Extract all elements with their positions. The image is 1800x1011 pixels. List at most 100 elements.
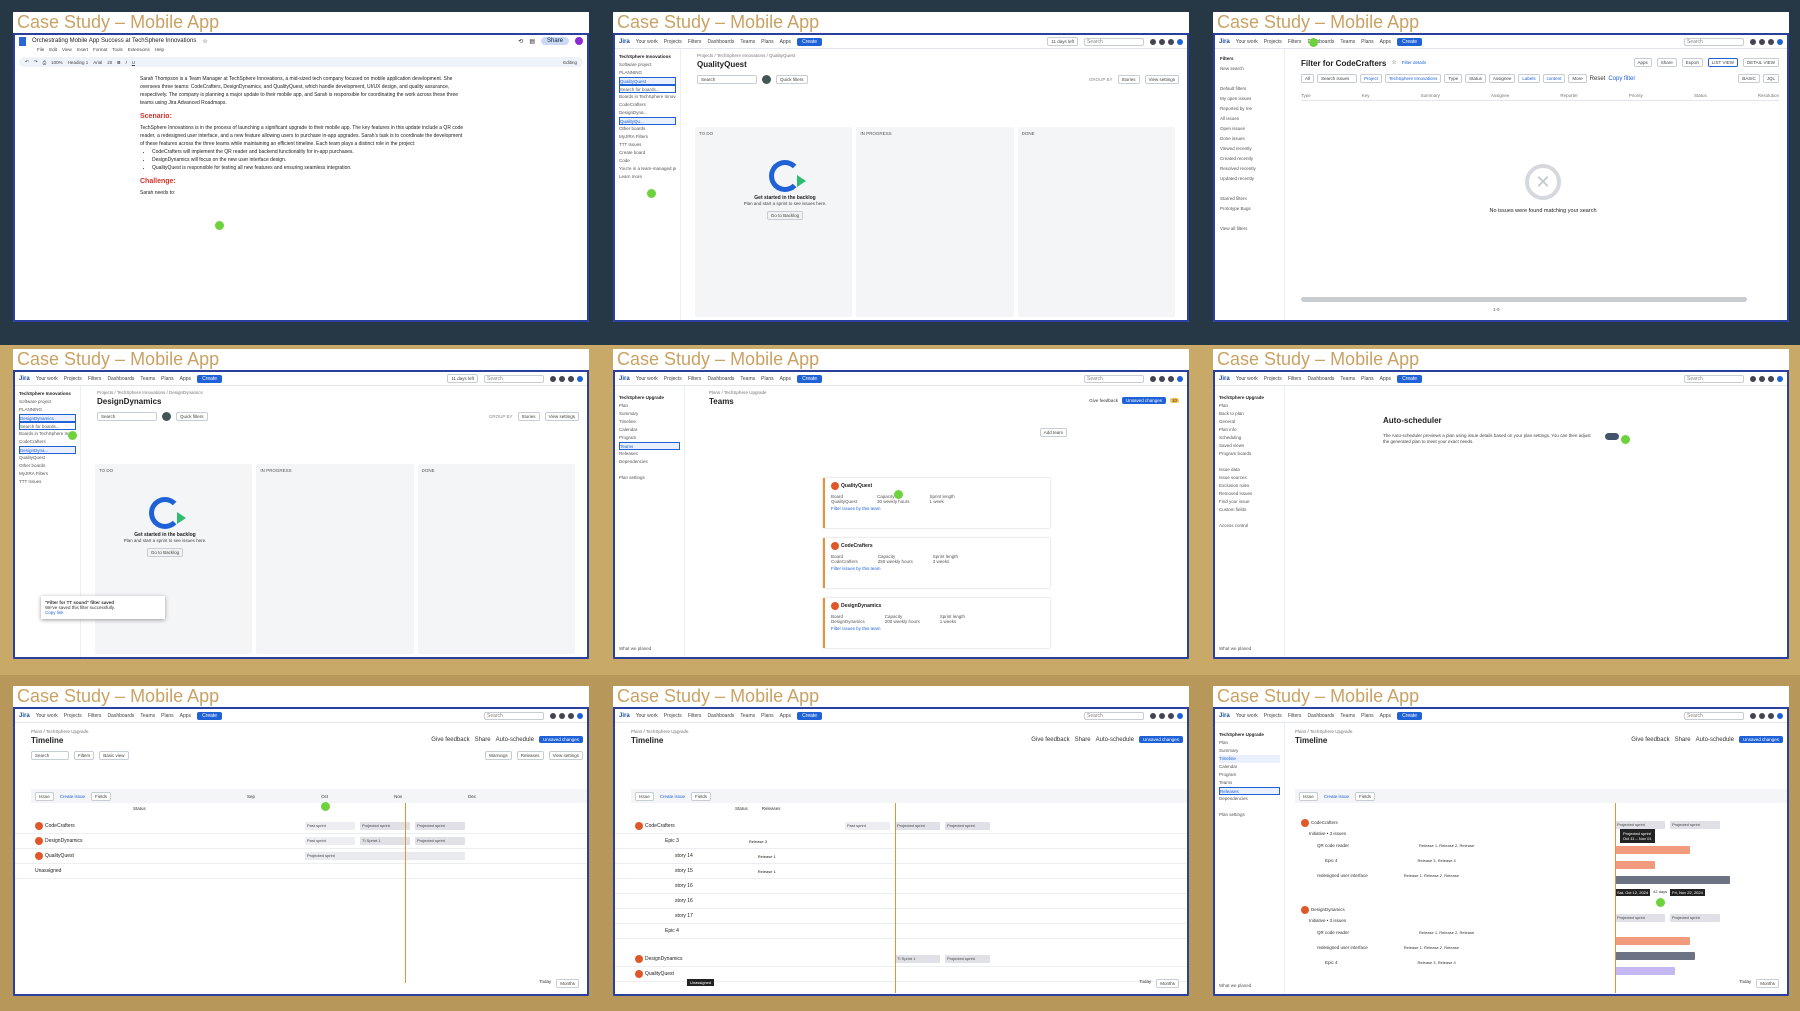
detail-view-toggle[interactable]: DETAIL VIEW <box>1742 58 1779 67</box>
nav-filters[interactable]: Filters <box>1288 376 1302 382</box>
sidebar-item-summary[interactable]: Summary <box>619 410 680 418</box>
sidebar-item-plan-settings[interactable]: Plan settings <box>1219 811 1280 819</box>
nav-apps[interactable]: Apps <box>180 713 191 719</box>
quick-filters[interactable]: Quick filters <box>176 412 208 421</box>
sprint-bar[interactable]: Projected sprint <box>1670 821 1720 829</box>
create-button[interactable]: Create <box>197 711 223 720</box>
jira-logo[interactable]: Jira <box>19 376 30 382</box>
nav-your-work[interactable]: Your work <box>636 39 658 45</box>
board-item-other[interactable]: TTT Issues <box>619 141 676 149</box>
avatar[interactable] <box>575 37 583 45</box>
sprint-bar[interactable]: Projected sprint <box>945 955 990 963</box>
copy-filter-link[interactable]: Copy filter <box>1608 76 1635 82</box>
filter-by-team-link[interactable]: Filter issues by this team <box>831 626 1044 631</box>
menu-view[interactable]: View <box>62 47 72 55</box>
board-search[interactable]: Search <box>697 75 757 84</box>
avatar[interactable] <box>1177 38 1183 45</box>
timeline-row-designdynamics[interactable]: DesignDynamics <box>15 834 587 849</box>
view-settings-button[interactable]: View settings <box>544 412 579 421</box>
bold-icon[interactable]: B <box>117 60 120 65</box>
jira-logo[interactable]: Jira <box>1219 376 1230 382</box>
sidebar-item-plan-settings[interactable]: Plan settings <box>619 474 680 482</box>
sidebar-item-calendar[interactable]: Calendar <box>1219 763 1280 771</box>
avatar[interactable] <box>1177 375 1183 382</box>
nav-dashboards[interactable]: Dashboards <box>707 713 734 719</box>
search-input[interactable]: Search <box>484 711 544 720</box>
create-issue-button[interactable]: Create issue <box>1324 794 1349 799</box>
release-value[interactable]: Release 1, Release 2, Release <box>1404 945 1459 950</box>
sidebar-item-timeline[interactable]: Timeline <box>1219 755 1280 763</box>
nav-plans[interactable]: Plans <box>1361 713 1374 719</box>
nav-teams[interactable]: Teams <box>1340 713 1355 719</box>
col-assignee[interactable]: Assignee <box>1491 93 1510 98</box>
nav-your-work[interactable]: Your work <box>636 376 658 382</box>
settings-item[interactable]: Custom fields <box>1219 506 1280 514</box>
redo-icon[interactable]: ↷ <box>34 59 38 65</box>
filter-chip-type[interactable]: Type <box>1444 74 1463 83</box>
breadcrumb[interactable]: Projects / TechSphere Innovations / Desi… <box>97 390 579 395</box>
jira-logo[interactable]: Jira <box>619 376 630 382</box>
doc-title[interactable]: Orchestrating Mobile App Success at Tech… <box>32 38 196 44</box>
settings-item[interactable]: Program boards <box>1219 450 1280 458</box>
share-button[interactable]: Share <box>475 737 491 743</box>
timeline-row-story[interactable]: story 16 <box>615 879 1187 894</box>
unsaved-changes-button[interactable]: Unsaved changes <box>1121 397 1166 404</box>
gear-icon[interactable] <box>1768 38 1774 45</box>
nav-projects[interactable]: Projects <box>64 713 82 719</box>
create-button[interactable]: Create <box>1397 711 1423 720</box>
nav-apps[interactable]: Apps <box>780 713 791 719</box>
filter-nav-item[interactable]: Open issues <box>1220 124 1279 134</box>
back-to-plan-link[interactable]: Back to plan <box>1219 410 1280 418</box>
settings-item[interactable]: Removed issues <box>1219 490 1280 498</box>
menu-file[interactable]: File <box>37 47 44 55</box>
jira-logo[interactable]: Jira <box>1219 713 1230 719</box>
create-issue-button[interactable]: Create issue <box>60 794 85 799</box>
settings-item[interactable]: Scheduling <box>1219 434 1280 442</box>
board-item-other[interactable]: TTT Issues <box>19 478 76 486</box>
gear-icon[interactable] <box>1168 712 1174 719</box>
search-input[interactable]: Search <box>1684 711 1744 720</box>
bell-icon[interactable] <box>550 375 556 382</box>
group-by-select[interactable]: Stories <box>517 412 540 421</box>
sprint-bar[interactable]: Past sprint <box>305 822 355 830</box>
help-icon[interactable] <box>1759 375 1765 382</box>
unsaved-changes-button[interactable]: Unsaved changes <box>1138 736 1183 743</box>
sidebar-item-dependencies[interactable]: Dependencies <box>619 458 680 466</box>
project-name[interactable]: TechSphere Innovations <box>619 53 676 61</box>
nav-plans[interactable]: Plans <box>161 376 174 382</box>
gear-icon[interactable] <box>1768 712 1774 719</box>
sidebar-item-summary[interactable]: Summary <box>1219 747 1280 755</box>
fields-select[interactable]: Fields <box>691 791 712 801</box>
list-view-toggle[interactable]: LIST VIEW <box>1707 58 1738 67</box>
nav-projects[interactable]: Projects <box>1264 376 1282 382</box>
jira-logo[interactable]: Jira <box>619 39 630 45</box>
release-value[interactable]: Release 1 <box>758 854 776 859</box>
sprint-bar[interactable]: TI Sprint 1 <box>360 837 410 845</box>
fields-select[interactable]: Fields <box>91 791 112 801</box>
font-size[interactable]: 20 <box>107 60 112 65</box>
release-value[interactable]: Release 1, Release 2, Release <box>1404 873 1459 878</box>
nav-filters[interactable]: Filters <box>688 39 702 45</box>
timeline-row-issue[interactable]: QR code reader Release 1, Release 2, Rele… <box>1301 843 1787 858</box>
gear-icon[interactable] <box>568 712 574 719</box>
menu-help[interactable]: Help <box>155 47 164 55</box>
col-summary[interactable]: Summary <box>1421 93 1440 98</box>
sprint-bar[interactable]: Past sprint <box>845 822 890 830</box>
filter-chip-assignee[interactable]: Assignee <box>1488 74 1516 83</box>
copy-link[interactable]: Copy link <box>45 610 161 615</box>
issue-bar[interactable] <box>1615 952 1695 960</box>
project-name[interactable]: TechSphere Innovations <box>19 390 76 398</box>
release-value[interactable]: Release 1, Release 2, Release <box>1419 843 1474 848</box>
nav-teams[interactable]: Teams <box>740 39 755 45</box>
menu-extensions[interactable]: Extensions <box>128 47 150 55</box>
filter-chip-more[interactable]: More <box>1568 74 1587 83</box>
timeline-row-issue[interactable]: Epic 4 Release 3, Release 4 <box>1301 858 1787 873</box>
avatar[interactable] <box>577 712 583 719</box>
add-team-button[interactable]: Add team <box>1039 428 1067 437</box>
sprint-bar[interactable]: Past sprint <box>305 837 355 845</box>
nav-plans[interactable]: Plans <box>161 713 174 719</box>
filter-chip-labels[interactable]: Labels <box>1518 74 1540 83</box>
nav-projects[interactable]: Projects <box>1264 39 1282 45</box>
issue-column-select[interactable]: Issue <box>635 791 654 801</box>
avatar[interactable] <box>762 75 771 84</box>
